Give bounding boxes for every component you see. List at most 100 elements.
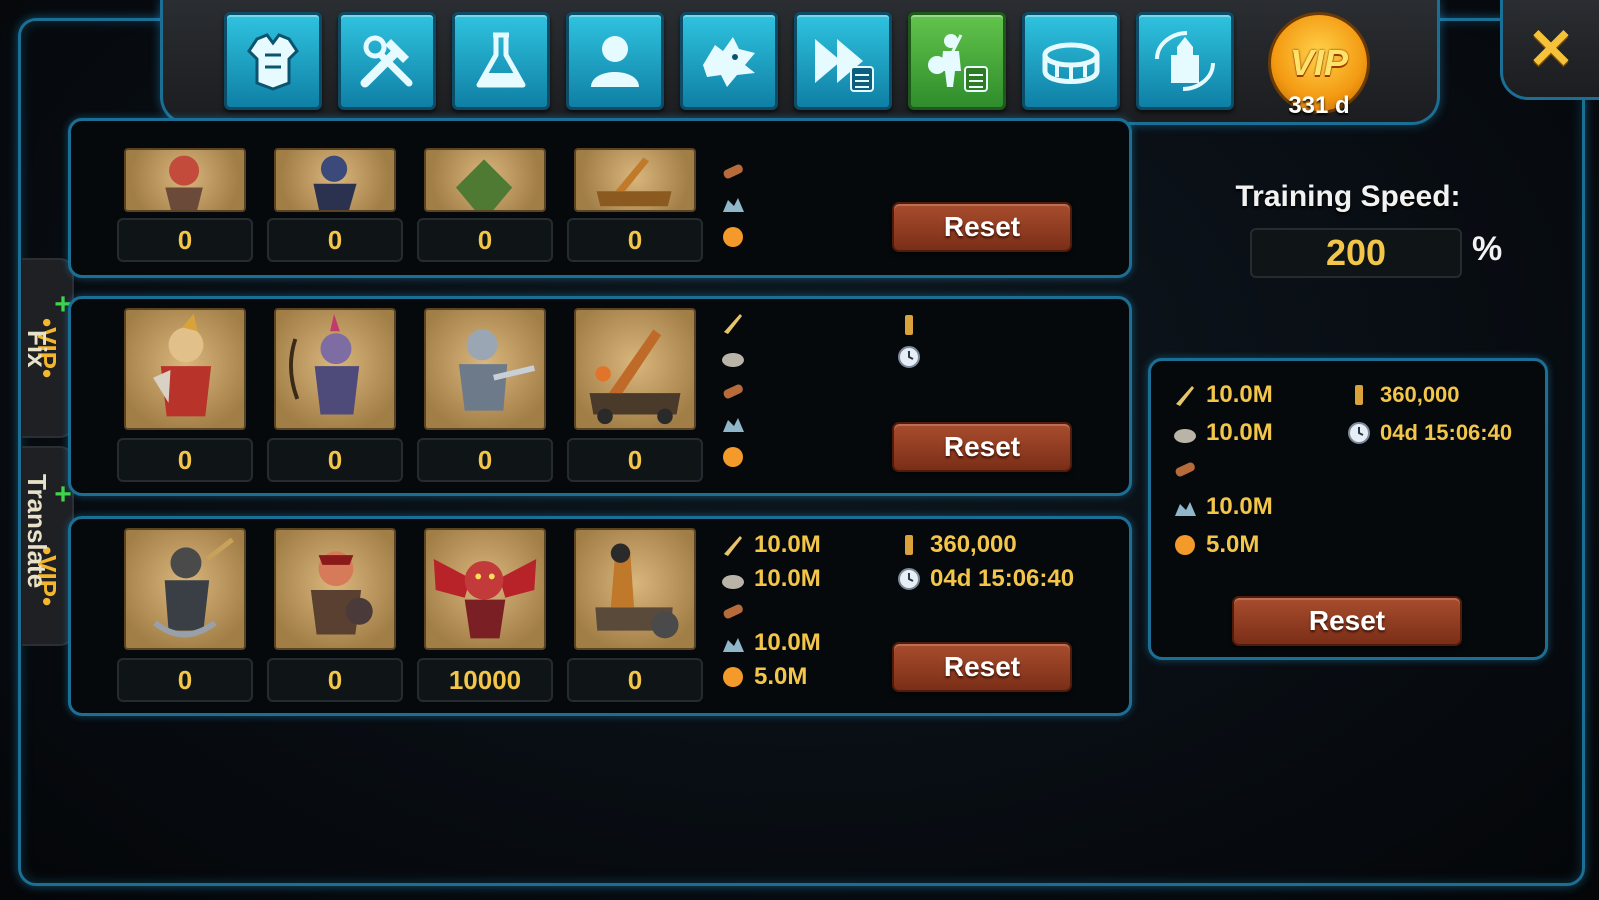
ore-icon [720,630,746,656]
troop-count-input[interactable]: 0 [267,438,403,482]
unit-siege-portrait[interactable] [574,528,696,650]
unit-infantry-portrait[interactable] [124,148,246,212]
resource-gold [720,222,754,252]
reset-button[interactable]: Reset [892,202,1072,252]
summary-power: 360,000 [1346,380,1460,410]
summary-food: 10.0M [1172,380,1273,410]
troop-count-input[interactable]: 0 [567,218,703,262]
side-tab-fix-label: Fix [22,330,52,368]
side-tab-translate-label: Translate [22,474,52,589]
resource-gold-value: 5.0M [754,663,808,690]
game-screen: VIP 331 d ✕ •VIP• Fix + •VIP• Translate … [0,0,1599,900]
resource-ore [720,188,754,218]
resource-wood [720,156,754,186]
tab-troop-calculator[interactable] [908,12,1006,110]
training-speed-input[interactable]: 200 [1250,228,1462,278]
troop-count-input[interactable]: 10000 [417,658,553,702]
ore-icon [720,190,746,216]
resource-stone-value: 10.0M [754,565,821,592]
gold-icon [720,664,746,690]
food-icon [1172,382,1198,408]
unit-cavalry-portrait[interactable] [424,528,546,650]
resource-gold: 5.0M [720,662,807,692]
reset-button[interactable]: Reset [892,642,1072,692]
clock-icon [896,566,922,592]
troop-count-input[interactable]: 0 [267,658,403,702]
wood-icon [720,378,746,404]
power-value: 360,000 [930,531,1017,558]
clock-icon [1346,420,1372,446]
troop-count-input[interactable]: 0 [417,218,553,262]
gold-icon [720,224,746,250]
summary-wood [1172,454,1206,484]
unit-cavalry-portrait[interactable] [424,148,546,212]
power-icon [1346,382,1372,408]
tab-tools[interactable] [338,12,436,110]
resource-wood [720,376,754,406]
troop-calculator-icon [928,34,988,92]
summary-time-value: 04d 15:06:40 [1380,420,1513,445]
troop-count-input[interactable]: 0 [117,438,253,482]
troop-count-input[interactable]: 0 [567,438,703,482]
castle-refresh-icon [1155,31,1215,91]
arena-icon [1042,42,1100,84]
summary-gold-value: 5.0M [1206,531,1260,558]
power-stat [896,310,930,340]
clock-icon [896,344,922,370]
unit-siege-portrait[interactable] [574,308,696,430]
resource-food: 10.0M [720,530,821,560]
ore-icon [1172,494,1198,520]
gold-icon [1172,532,1198,558]
power-icon [896,312,922,338]
resource-stone [720,342,754,372]
dragon-head-icon [703,37,755,87]
person-icon [591,36,639,87]
power-icon [896,532,922,558]
tab-castle[interactable] [1136,12,1234,110]
resource-food-value: 10.0M [754,531,821,558]
flask-icon [476,32,526,88]
unit-ranged-portrait[interactable] [274,308,396,430]
summary-power-value: 360,000 [1380,382,1460,407]
tab-armor[interactable] [224,12,322,110]
wood-icon [1172,456,1198,482]
time-value: 04d 15:06:40 [930,565,1075,592]
reset-button[interactable]: Reset [892,422,1072,472]
troop-count-input[interactable]: 0 [117,658,253,702]
unit-infantry-portrait[interactable] [124,528,246,650]
stone-icon [1172,420,1198,446]
summary-ore-value: 10.0M [1206,493,1273,520]
close-icon: ✕ [1527,16,1575,80]
tab-arena[interactable] [1022,12,1120,110]
tab-dragon[interactable] [680,12,778,110]
training-speed-unit: % [1472,230,1503,268]
time-stat: 04d 15:06:40 [896,564,1074,594]
wood-icon [720,158,746,184]
summary-stone-value: 10.0M [1206,419,1273,446]
unit-siege-portrait[interactable] [574,148,696,212]
summary-ore: 10.0M [1172,492,1273,522]
training-speed-label: Training Speed: [1235,180,1461,213]
troop-count-input[interactable]: 0 [567,658,703,702]
tab-research[interactable] [452,12,550,110]
summary-stone: 10.0M [1172,418,1273,448]
unit-infantry-portrait[interactable] [124,308,246,430]
summary-time: 04d 15:06:40 [1346,418,1512,448]
armor-icon [247,33,299,91]
troop-count-input[interactable]: 0 [267,218,403,262]
close-button[interactable]: ✕ [1500,0,1599,100]
unit-ranged-portrait[interactable] [274,148,396,212]
food-icon [720,532,746,558]
troop-count-input[interactable]: 0 [417,438,553,482]
tools-icon [360,35,413,88]
summary-reset-button[interactable]: Reset [1232,596,1462,646]
unit-ranged-portrait[interactable] [274,528,396,650]
stone-icon [720,344,746,370]
troop-count-input[interactable]: 0 [117,218,253,262]
tab-hero[interactable] [566,12,664,110]
unit-cavalry-portrait[interactable] [424,308,546,430]
tab-speedup-calculator[interactable] [794,12,892,110]
gold-icon [720,444,746,470]
resource-stone: 10.0M [720,564,821,594]
fast-forward-calculator-icon [815,39,874,92]
